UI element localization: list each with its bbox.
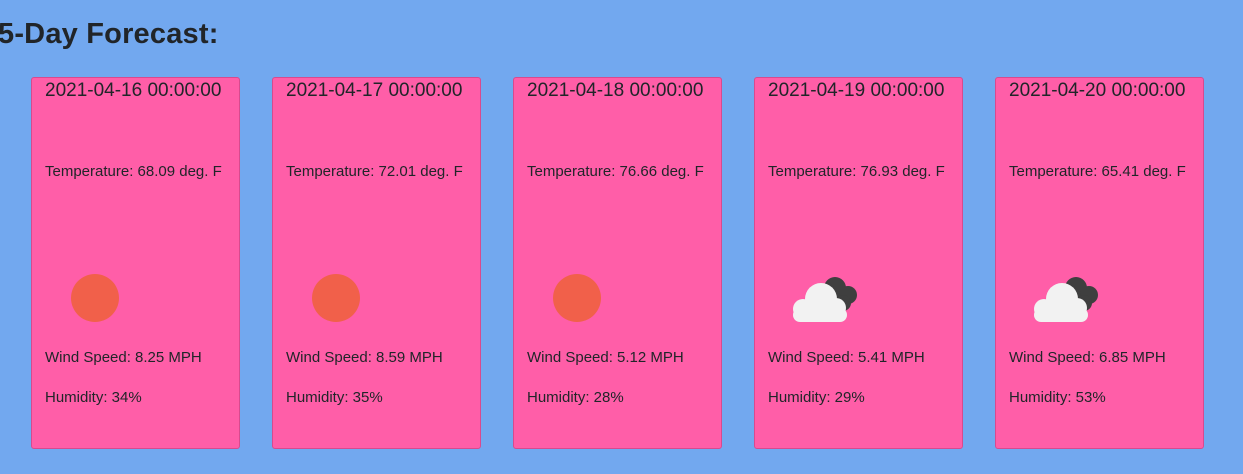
- forecast-wind-speed: Wind Speed: 6.85 MPH: [1009, 349, 1166, 366]
- forecast-temperature: Temperature: 72.01 deg. F: [286, 163, 463, 180]
- forecast-date: 2021-04-19 00:00:00: [768, 80, 945, 101]
- forecast-wind-speed: Wind Speed: 8.59 MPH: [286, 349, 443, 366]
- sun-icon: [71, 274, 119, 322]
- forecast-temperature: Temperature: 65.41 deg. F: [1009, 163, 1186, 180]
- forecast-humidity: Humidity: 35%: [286, 389, 383, 406]
- forecast-humidity: Humidity: 53%: [1009, 389, 1106, 406]
- forecast-page: 5-Day Forecast: 2021-04-16 00:00:00 Temp…: [0, 0, 1243, 474]
- sun-icon: [312, 274, 360, 322]
- forecast-card: 2021-04-16 00:00:00 Temperature: 68.09 d…: [31, 77, 240, 449]
- forecast-date: 2021-04-16 00:00:00: [45, 80, 222, 101]
- forecast-title: 5-Day Forecast:: [0, 18, 219, 50]
- forecast-date: 2021-04-17 00:00:00: [286, 80, 463, 101]
- forecast-card: 2021-04-17 00:00:00 Temperature: 72.01 d…: [272, 77, 481, 449]
- forecast-wind-speed: Wind Speed: 8.25 MPH: [45, 349, 202, 366]
- forecast-temperature: Temperature: 68.09 deg. F: [45, 163, 222, 180]
- weather-icon: [781, 263, 881, 333]
- forecast-date: 2021-04-18 00:00:00: [527, 80, 704, 101]
- forecast-humidity: Humidity: 34%: [45, 389, 142, 406]
- forecast-wind-speed: Wind Speed: 5.41 MPH: [768, 349, 925, 366]
- weather-icon: [1022, 263, 1122, 333]
- weather-icon: [58, 263, 158, 333]
- forecast-date: 2021-04-20 00:00:00: [1009, 80, 1186, 101]
- forecast-temperature: Temperature: 76.66 deg. F: [527, 163, 704, 180]
- weather-icon: [540, 263, 640, 333]
- forecast-card: 2021-04-20 00:00:00 Temperature: 65.41 d…: [995, 77, 1204, 449]
- forecast-temperature: Temperature: 76.93 deg. F: [768, 163, 945, 180]
- sun-icon: [553, 274, 601, 322]
- forecast-wind-speed: Wind Speed: 5.12 MPH: [527, 349, 684, 366]
- forecast-humidity: Humidity: 29%: [768, 389, 865, 406]
- clouds-icon: [1034, 277, 1098, 322]
- forecast-humidity: Humidity: 28%: [527, 389, 624, 406]
- forecast-card: 2021-04-19 00:00:00 Temperature: 76.93 d…: [754, 77, 963, 449]
- weather-icon: [299, 263, 399, 333]
- clouds-icon: [793, 277, 857, 322]
- forecast-card: 2021-04-18 00:00:00 Temperature: 76.66 d…: [513, 77, 722, 449]
